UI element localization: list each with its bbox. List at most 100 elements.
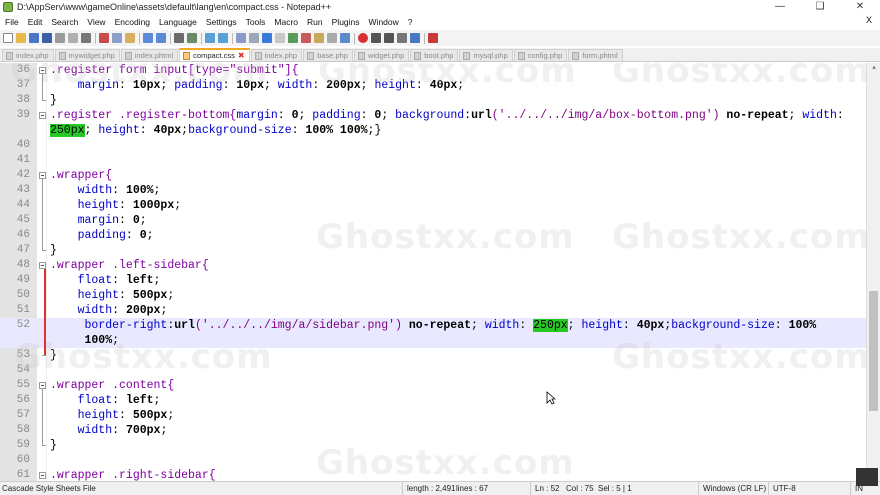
code-text: height: 500px; bbox=[50, 408, 175, 423]
play-macro-icon[interactable] bbox=[384, 33, 394, 43]
doc-map-icon[interactable] bbox=[314, 33, 324, 43]
notepadpp-window: D:\AppServ\www\gameOnline\assets\default… bbox=[0, 0, 880, 495]
code-token: : bbox=[360, 109, 375, 122]
copy-icon[interactable] bbox=[112, 33, 122, 43]
menu-item-macro[interactable]: Macro bbox=[269, 17, 302, 27]
code-token: : bbox=[112, 184, 126, 197]
menu-item-settings[interactable]: Settings bbox=[201, 17, 241, 27]
code-line: 59} bbox=[0, 438, 866, 453]
scroll-up-arrow-icon[interactable]: ▲ bbox=[867, 63, 880, 73]
code-token: : bbox=[119, 289, 133, 302]
save-icon[interactable] bbox=[29, 33, 39, 43]
code-text: margin: 0; bbox=[50, 213, 147, 228]
sync-scroll-icon[interactable] bbox=[236, 33, 246, 43]
fold-toggle-icon[interactable] bbox=[39, 382, 46, 389]
fold-toggle-icon[interactable] bbox=[39, 472, 46, 479]
menu-item-help[interactable]: ? bbox=[403, 17, 417, 27]
file-icon bbox=[124, 51, 132, 60]
menu-item-tools[interactable]: Tools bbox=[241, 17, 270, 27]
menu-item-window[interactable]: Window bbox=[364, 17, 403, 27]
cut-icon[interactable] bbox=[99, 33, 109, 43]
indent-guide-icon[interactable] bbox=[288, 33, 298, 43]
stop-macro-icon[interactable] bbox=[371, 33, 381, 43]
file-tab[interactable]: widget.php bbox=[353, 49, 410, 61]
play-multiple-icon[interactable] bbox=[397, 33, 407, 43]
menu-item-encoding[interactable]: Encoding bbox=[110, 17, 154, 27]
fold-toggle-icon[interactable] bbox=[39, 67, 46, 74]
file-tab[interactable]: base.php bbox=[303, 49, 353, 61]
file-tab[interactable]: compact.css ✖ bbox=[179, 48, 250, 61]
file-tab[interactable]: index.php bbox=[250, 49, 303, 61]
menu-item-language[interactable]: Language bbox=[154, 17, 201, 27]
undo-icon[interactable] bbox=[143, 33, 153, 43]
file-tab[interactable]: mysql.php bbox=[459, 49, 513, 61]
code-token: .wrapper .content{ bbox=[50, 379, 175, 392]
language-icon[interactable] bbox=[301, 33, 311, 43]
close-window-button[interactable]: ✕ bbox=[840, 0, 880, 14]
menu-item-search[interactable]: Search bbox=[46, 17, 82, 27]
close-tab-icon[interactable]: ✖ bbox=[238, 51, 245, 60]
open-file-icon[interactable] bbox=[16, 33, 26, 43]
fold-toggle-icon[interactable] bbox=[39, 112, 46, 119]
fold-toggle-icon[interactable] bbox=[39, 172, 46, 179]
code-token: background bbox=[395, 109, 465, 122]
close-document-button[interactable]: X bbox=[866, 15, 872, 25]
save-macro-icon[interactable] bbox=[410, 33, 420, 43]
replace-icon[interactable] bbox=[187, 33, 197, 43]
show-all-chars-icon[interactable] bbox=[275, 33, 285, 43]
record-macro-icon[interactable] bbox=[358, 33, 368, 43]
maximize-button[interactable]: ❑ bbox=[800, 0, 840, 14]
code-line: 45 margin: 0; bbox=[0, 213, 866, 228]
title-bar: D:\AppServ\www\gameOnline\assets\default… bbox=[0, 0, 880, 14]
code-text: padding: 0; bbox=[50, 228, 154, 243]
fold-toggle-icon[interactable] bbox=[39, 262, 46, 269]
code-token: margin bbox=[50, 214, 120, 227]
menu-item-edit[interactable]: Edit bbox=[23, 17, 47, 27]
new-file-icon[interactable] bbox=[3, 33, 13, 43]
line-number: 41 bbox=[16, 154, 30, 166]
file-tab[interactable]: index.php bbox=[2, 49, 54, 61]
word-wrap-icon[interactable] bbox=[262, 33, 272, 43]
minimize-button[interactable]: — bbox=[760, 0, 800, 14]
paste-icon[interactable] bbox=[125, 33, 135, 43]
line-number: 40 bbox=[16, 139, 30, 151]
scrollbar-thumb[interactable] bbox=[869, 291, 878, 411]
fold-guide bbox=[42, 179, 43, 250]
file-tab[interactable]: config.php bbox=[513, 49, 568, 61]
menu-item-run[interactable]: Run bbox=[302, 17, 327, 27]
print-icon[interactable] bbox=[81, 33, 91, 43]
spell-check-icon[interactable] bbox=[428, 33, 438, 43]
document-tab-bar: index.php mywidget.php index.phtml compact.… bbox=[0, 48, 880, 62]
file-tab[interactable]: form.phtml bbox=[568, 49, 623, 61]
line-number: 56 bbox=[16, 394, 30, 406]
code-line: 55 .wrapper .content{ bbox=[0, 378, 866, 393]
code-text: float: left; bbox=[50, 393, 161, 408]
line-number: 46 bbox=[16, 229, 30, 241]
save-all-icon[interactable] bbox=[42, 33, 52, 43]
code-token: ; bbox=[160, 304, 168, 317]
zoom-in-icon[interactable] bbox=[205, 33, 215, 43]
menu-item-file[interactable]: File bbox=[0, 17, 23, 27]
zoom-out-icon[interactable] bbox=[218, 33, 228, 43]
file-tab[interactable]: index.phtml bbox=[120, 49, 179, 61]
code-token: : bbox=[119, 214, 133, 227]
redo-icon[interactable] bbox=[156, 33, 166, 43]
file-tab[interactable]: mywidget.php bbox=[54, 49, 120, 61]
close-file-icon[interactable] bbox=[55, 33, 65, 43]
close-all-icon[interactable] bbox=[68, 33, 78, 43]
function-list-icon[interactable] bbox=[327, 33, 337, 43]
code-token: : bbox=[312, 79, 327, 92]
file-tab[interactable]: boot.php bbox=[410, 49, 459, 61]
code-text: width: 100%; bbox=[50, 183, 161, 198]
file-icon bbox=[572, 51, 580, 60]
code-line: 46 padding: 0; bbox=[0, 228, 866, 243]
menu-item-plugins[interactable]: Plugins bbox=[327, 17, 364, 27]
vertical-scrollbar[interactable]: ▲ ▼ bbox=[866, 63, 880, 481]
sync-horizontal-icon[interactable] bbox=[249, 33, 259, 43]
code-line: 39 .register .register-bottom{margin: 0; … bbox=[0, 108, 866, 123]
find-icon[interactable] bbox=[174, 33, 184, 43]
monitoring-icon[interactable] bbox=[340, 33, 350, 43]
code-editor[interactable]: 36 .register form input[type="submit"]{37… bbox=[0, 63, 880, 481]
menu-item-view[interactable]: View bbox=[82, 17, 109, 27]
code-token: ; bbox=[298, 109, 313, 122]
